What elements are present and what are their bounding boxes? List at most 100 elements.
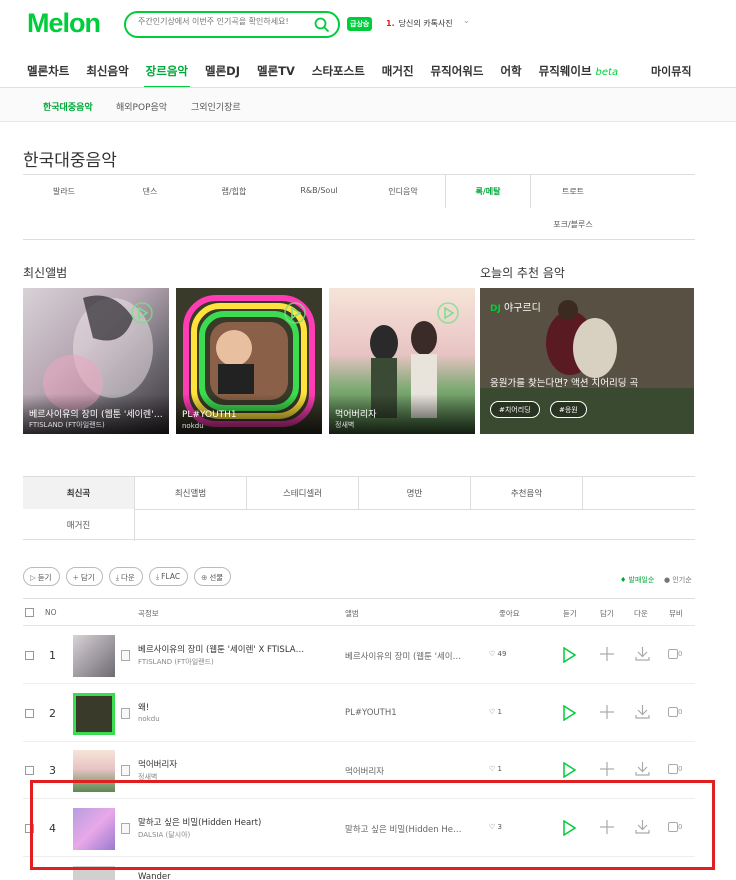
like-button[interactable]: ♡ 49 — [489, 650, 506, 658]
song-artist[interactable]: nokdu — [138, 715, 160, 723]
nav-item-award[interactable]: 뮤직어워드 — [431, 54, 484, 86]
album-artist[interactable]: FTISLAND (FT아일랜드) — [29, 420, 105, 430]
album-title[interactable]: 베르사이유의 장미 (웹툰 '세이렌' X FTISLAND) — [29, 407, 163, 420]
mv-button[interactable]: 0 — [668, 764, 682, 774]
dj-label[interactable]: DJ 야구르디 — [490, 299, 541, 314]
chevron-down-icon[interactable]: ⌄ — [463, 16, 470, 25]
select-all-checkbox[interactable] — [25, 608, 34, 617]
rising-keyword[interactable]: 1. 당신의 카톡사진 — [386, 18, 453, 29]
song-album[interactable]: 먹어버리자 — [345, 765, 463, 777]
table-row[interactable]: 2 왜! nokdu PL#YOUTH1 ♡ 1 0 — [23, 685, 695, 742]
sub-nav-others[interactable]: 그외인기장르 — [191, 100, 241, 113]
recommend-text[interactable]: 응원가를 찾는다면? 액션 치어리딩 곡 — [490, 375, 638, 389]
download-icon[interactable] — [635, 704, 650, 719]
nav-item-starpost[interactable]: 스타포스트 — [312, 54, 365, 86]
album-card[interactable]: 먹어버리자 정새벽 — [329, 288, 475, 434]
song-info-icon[interactable] — [121, 708, 130, 719]
listen-button[interactable]: ▷ 듣기 — [23, 567, 60, 586]
nav-item-tv[interactable]: 멜론TV — [257, 54, 295, 86]
nav-item-new-music[interactable]: 최신음악 — [86, 54, 128, 86]
flac-label: FLAC — [161, 572, 181, 581]
nav-item-language[interactable]: 어학 — [500, 54, 521, 86]
nav-item-chart[interactable]: 멜론차트 — [27, 54, 69, 86]
tab-new-albums[interactable]: 최신앨범 — [135, 477, 247, 509]
song-album[interactable]: PL#YOUTH1 — [345, 708, 463, 718]
album-card[interactable]: 베르사이유의 장미 (웹툰 '세이렌' X FTISLAND) FTISLAND… — [23, 288, 169, 434]
play-icon[interactable] — [437, 302, 459, 324]
album-artist[interactable]: nokdu — [182, 422, 204, 430]
like-button[interactable]: ♡ 1 — [489, 765, 502, 773]
genre-trot[interactable]: 트로트 — [530, 186, 616, 197]
song-title[interactable]: 베르사이유의 장미 (웹툰 '세이렌' X FTISLAND) — [138, 643, 308, 655]
mv-count: 0 — [678, 708, 683, 716]
song-title[interactable]: Wander — [138, 872, 308, 880]
plus-icon[interactable] — [600, 647, 614, 661]
tab-classic[interactable]: 명반 — [359, 477, 471, 509]
album-title[interactable]: 먹어버리자 — [335, 407, 469, 420]
melon-logo[interactable]: Melon — [27, 8, 101, 39]
download-icon[interactable] — [635, 646, 650, 661]
plus-icon[interactable] — [600, 762, 614, 776]
search-box[interactable] — [124, 11, 340, 38]
genre-folk[interactable]: 포크/블루스 — [530, 219, 616, 230]
download-icon[interactable] — [635, 761, 650, 776]
song-album[interactable]: 베르사이유의 장미 (웹툰 '세이렌' X FTISLAND) — [345, 650, 463, 662]
tab-recommend[interactable]: 추천음악 — [471, 477, 583, 509]
sort-by-popularity[interactable]: ● 인기순 — [664, 575, 692, 585]
like-button[interactable]: ♡ 1 — [489, 708, 502, 716]
mv-button[interactable]: 0 — [668, 707, 682, 717]
tag-cheer[interactable]: #응원 — [550, 401, 587, 418]
nav-item-magazine[interactable]: 매거진 — [382, 54, 414, 86]
table-row[interactable]: 1 베르사이유의 장미 (웹툰 '세이렌' X FTISLAND) FTISLA… — [23, 627, 695, 684]
flac-button[interactable]: ⤓ FLAC — [148, 567, 189, 586]
sort-by-release[interactable]: ♦ 발매일순 — [620, 575, 654, 585]
sub-nav-pop[interactable]: 해외POP음악 — [116, 100, 167, 113]
genre-ballad[interactable]: 발라드 — [21, 186, 107, 197]
play-icon[interactable] — [562, 647, 576, 663]
search-icon[interactable] — [314, 17, 330, 33]
album-card[interactable]: PL#YOUTH1 nokdu — [176, 288, 322, 434]
play-icon[interactable] — [131, 302, 153, 324]
nav-item-genre[interactable]: 장르음악 — [143, 54, 191, 88]
play-icon[interactable] — [562, 705, 576, 721]
genre-dance[interactable]: 댄스 — [107, 186, 193, 197]
add-button[interactable]: + 담기 — [65, 567, 103, 586]
recommend-card[interactable]: DJ 야구르디 응원가를 찾는다면? 액션 치어리딩 곡 #치어리딩 #응원 — [480, 288, 694, 434]
song-title[interactable]: 먹어버리자 — [138, 758, 308, 770]
download-button[interactable]: ⤓ 다운 — [108, 567, 143, 586]
tag-cheerleading[interactable]: #치어리딩 — [490, 401, 540, 418]
song-artist[interactable]: FTISLAND (FT아일랜드) — [138, 657, 214, 667]
plus-icon[interactable] — [600, 705, 614, 719]
album-thumbnail[interactable] — [73, 693, 115, 735]
play-icon[interactable] — [562, 762, 576, 778]
genre-indie[interactable]: 인디음악 — [360, 186, 446, 197]
genre-rnb[interactable]: R&B/Soul — [276, 186, 362, 195]
row-checkbox[interactable] — [25, 766, 34, 775]
song-info-icon[interactable] — [121, 765, 130, 776]
tab-steady-seller[interactable]: 스테디셀러 — [247, 477, 359, 509]
nav-item-musicwave[interactable]: 뮤직웨이브 beta — [539, 54, 618, 86]
song-title[interactable]: 왜! — [138, 701, 308, 713]
gift-button[interactable]: ⊕ 선물 — [194, 567, 232, 586]
my-music-link[interactable]: 마이뮤직 — [651, 63, 691, 79]
table-header: NO 곡정보 앨범 좋아요 듣기 담기 다운 뮤비 — [23, 598, 695, 626]
col-like: 좋아요 — [499, 609, 520, 618]
album-artist[interactable]: 정새벽 — [335, 420, 354, 430]
album-thumbnail[interactable] — [73, 635, 115, 677]
tab-magazine[interactable]: 매거진 — [23, 509, 135, 541]
sub-nav-korean[interactable]: 한국대중음악 — [43, 100, 93, 113]
search-input[interactable] — [138, 17, 313, 26]
play-icon[interactable] — [284, 302, 306, 324]
row-checkbox[interactable] — [25, 651, 34, 660]
album-title[interactable]: PL#YOUTH1 — [182, 410, 316, 420]
genre-rock[interactable]: 록/메탈 — [445, 186, 531, 197]
nav-item-dj[interactable]: 멜론DJ — [205, 54, 240, 86]
genre-hiphop[interactable]: 랩/힙합 — [191, 186, 277, 197]
col-mv: 뮤비 — [669, 609, 683, 618]
mv-button[interactable]: 0 — [668, 649, 682, 659]
song-info-icon[interactable] — [121, 650, 130, 661]
tab-new-songs[interactable]: 최신곡 — [23, 477, 135, 509]
latest-album-heading: 최신앨범 — [23, 266, 68, 280]
row-checkbox[interactable] — [25, 709, 34, 718]
rising-rank-number: 1. — [386, 19, 395, 28]
